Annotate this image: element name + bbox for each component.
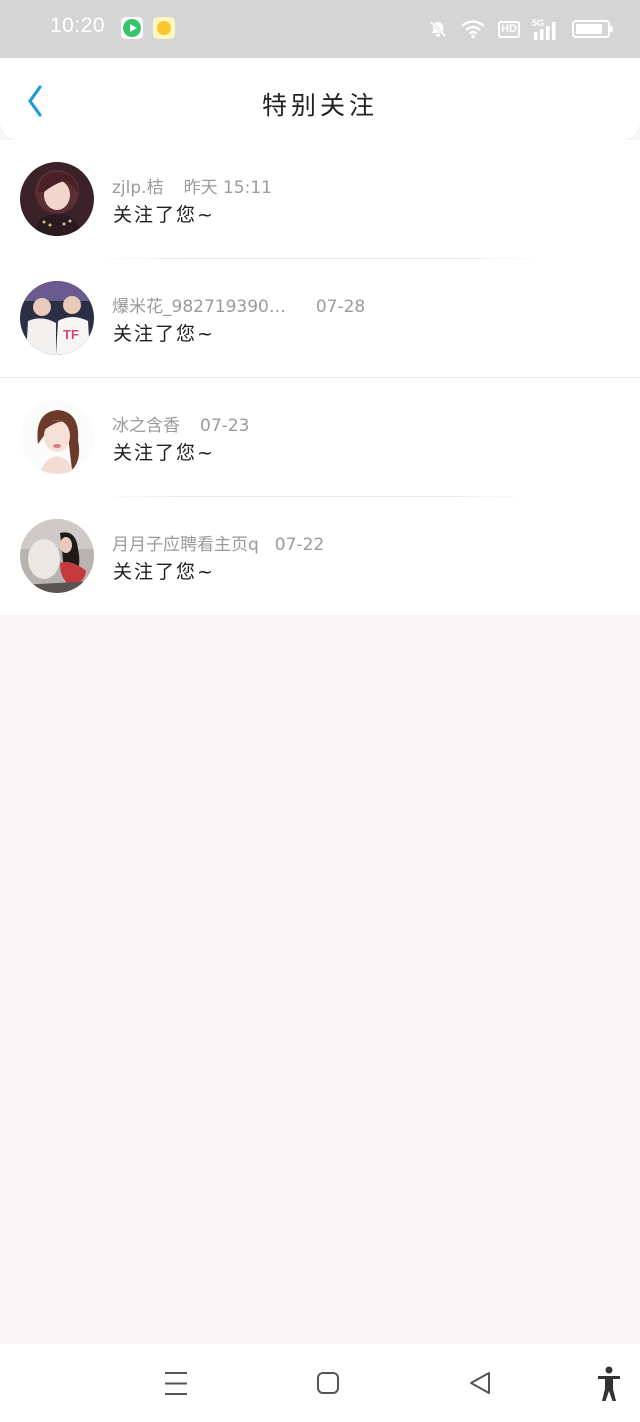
status-indicators: HD 5G [428,16,613,42]
user-name[interactable]: 冰之含香 [112,416,180,436]
list-item[interactable]: 冰之含香 07-23 关注了您~ [0,378,640,497]
list-item[interactable]: zjlp.桔 昨天 15:11 关注了您~ [0,140,640,259]
avatar: TF [20,281,94,355]
battery-icon [572,20,613,38]
header: 特别关注 [0,58,640,140]
accessibility-icon[interactable] [588,1364,628,1404]
list-item[interactable]: TF 爆米花_982719390… 07-28 关注了您~ [0,259,640,378]
user-name[interactable]: 爆米花_982719390… [112,297,286,317]
wifi-icon [460,19,486,39]
timestamp: 昨天 15:11 [183,178,272,198]
mute-icon [428,19,448,39]
item-meta: zjlp.桔 昨天 15:11 [112,173,272,198]
hd-icon: HD [498,20,520,38]
svg-text:TF: TF [63,327,79,342]
menu-icon[interactable] [155,1364,195,1404]
item-meta: 冰之含香 07-23 [112,411,249,436]
signal-5g-icon: 5G [532,18,560,40]
system-navigation-bar [0,1344,640,1422]
notification-message: 关注了您~ [113,204,215,226]
timestamp: 07-23 [200,416,250,436]
notification-message: 关注了您~ [113,561,215,583]
cup-app-icon [153,17,175,39]
page-title: 特别关注 [261,91,378,120]
list-item[interactable]: 月月子应聘看主页q 07-22 关注了您~ [0,497,640,615]
status-bar: 10:20 HD 5G [0,0,640,58]
avatar [20,400,94,474]
user-name[interactable]: 月月子应聘看主页q [112,535,259,555]
item-meta: 爆米花_982719390… 07-28 [112,292,365,317]
notification-list: zjlp.桔 昨天 15:11 关注了您~ TF 爆米花_982719390… 07… [0,140,640,615]
notification-message: 关注了您~ [113,323,215,345]
svg-text:5G: 5G [532,18,544,28]
timestamp: 07-28 [315,297,366,317]
status-time: 10:20 [50,14,106,37]
avatar [20,519,94,593]
timestamp: 07-22 [274,535,325,555]
home-icon[interactable] [308,1364,348,1404]
avatar [20,162,94,236]
user-name[interactable]: zjlp.桔 [112,178,164,198]
notification-message: 关注了您~ [113,442,215,464]
back-icon[interactable] [460,1364,500,1404]
video-app-icon [121,17,143,39]
item-meta: 月月子应聘看主页q 07-22 [112,530,324,555]
